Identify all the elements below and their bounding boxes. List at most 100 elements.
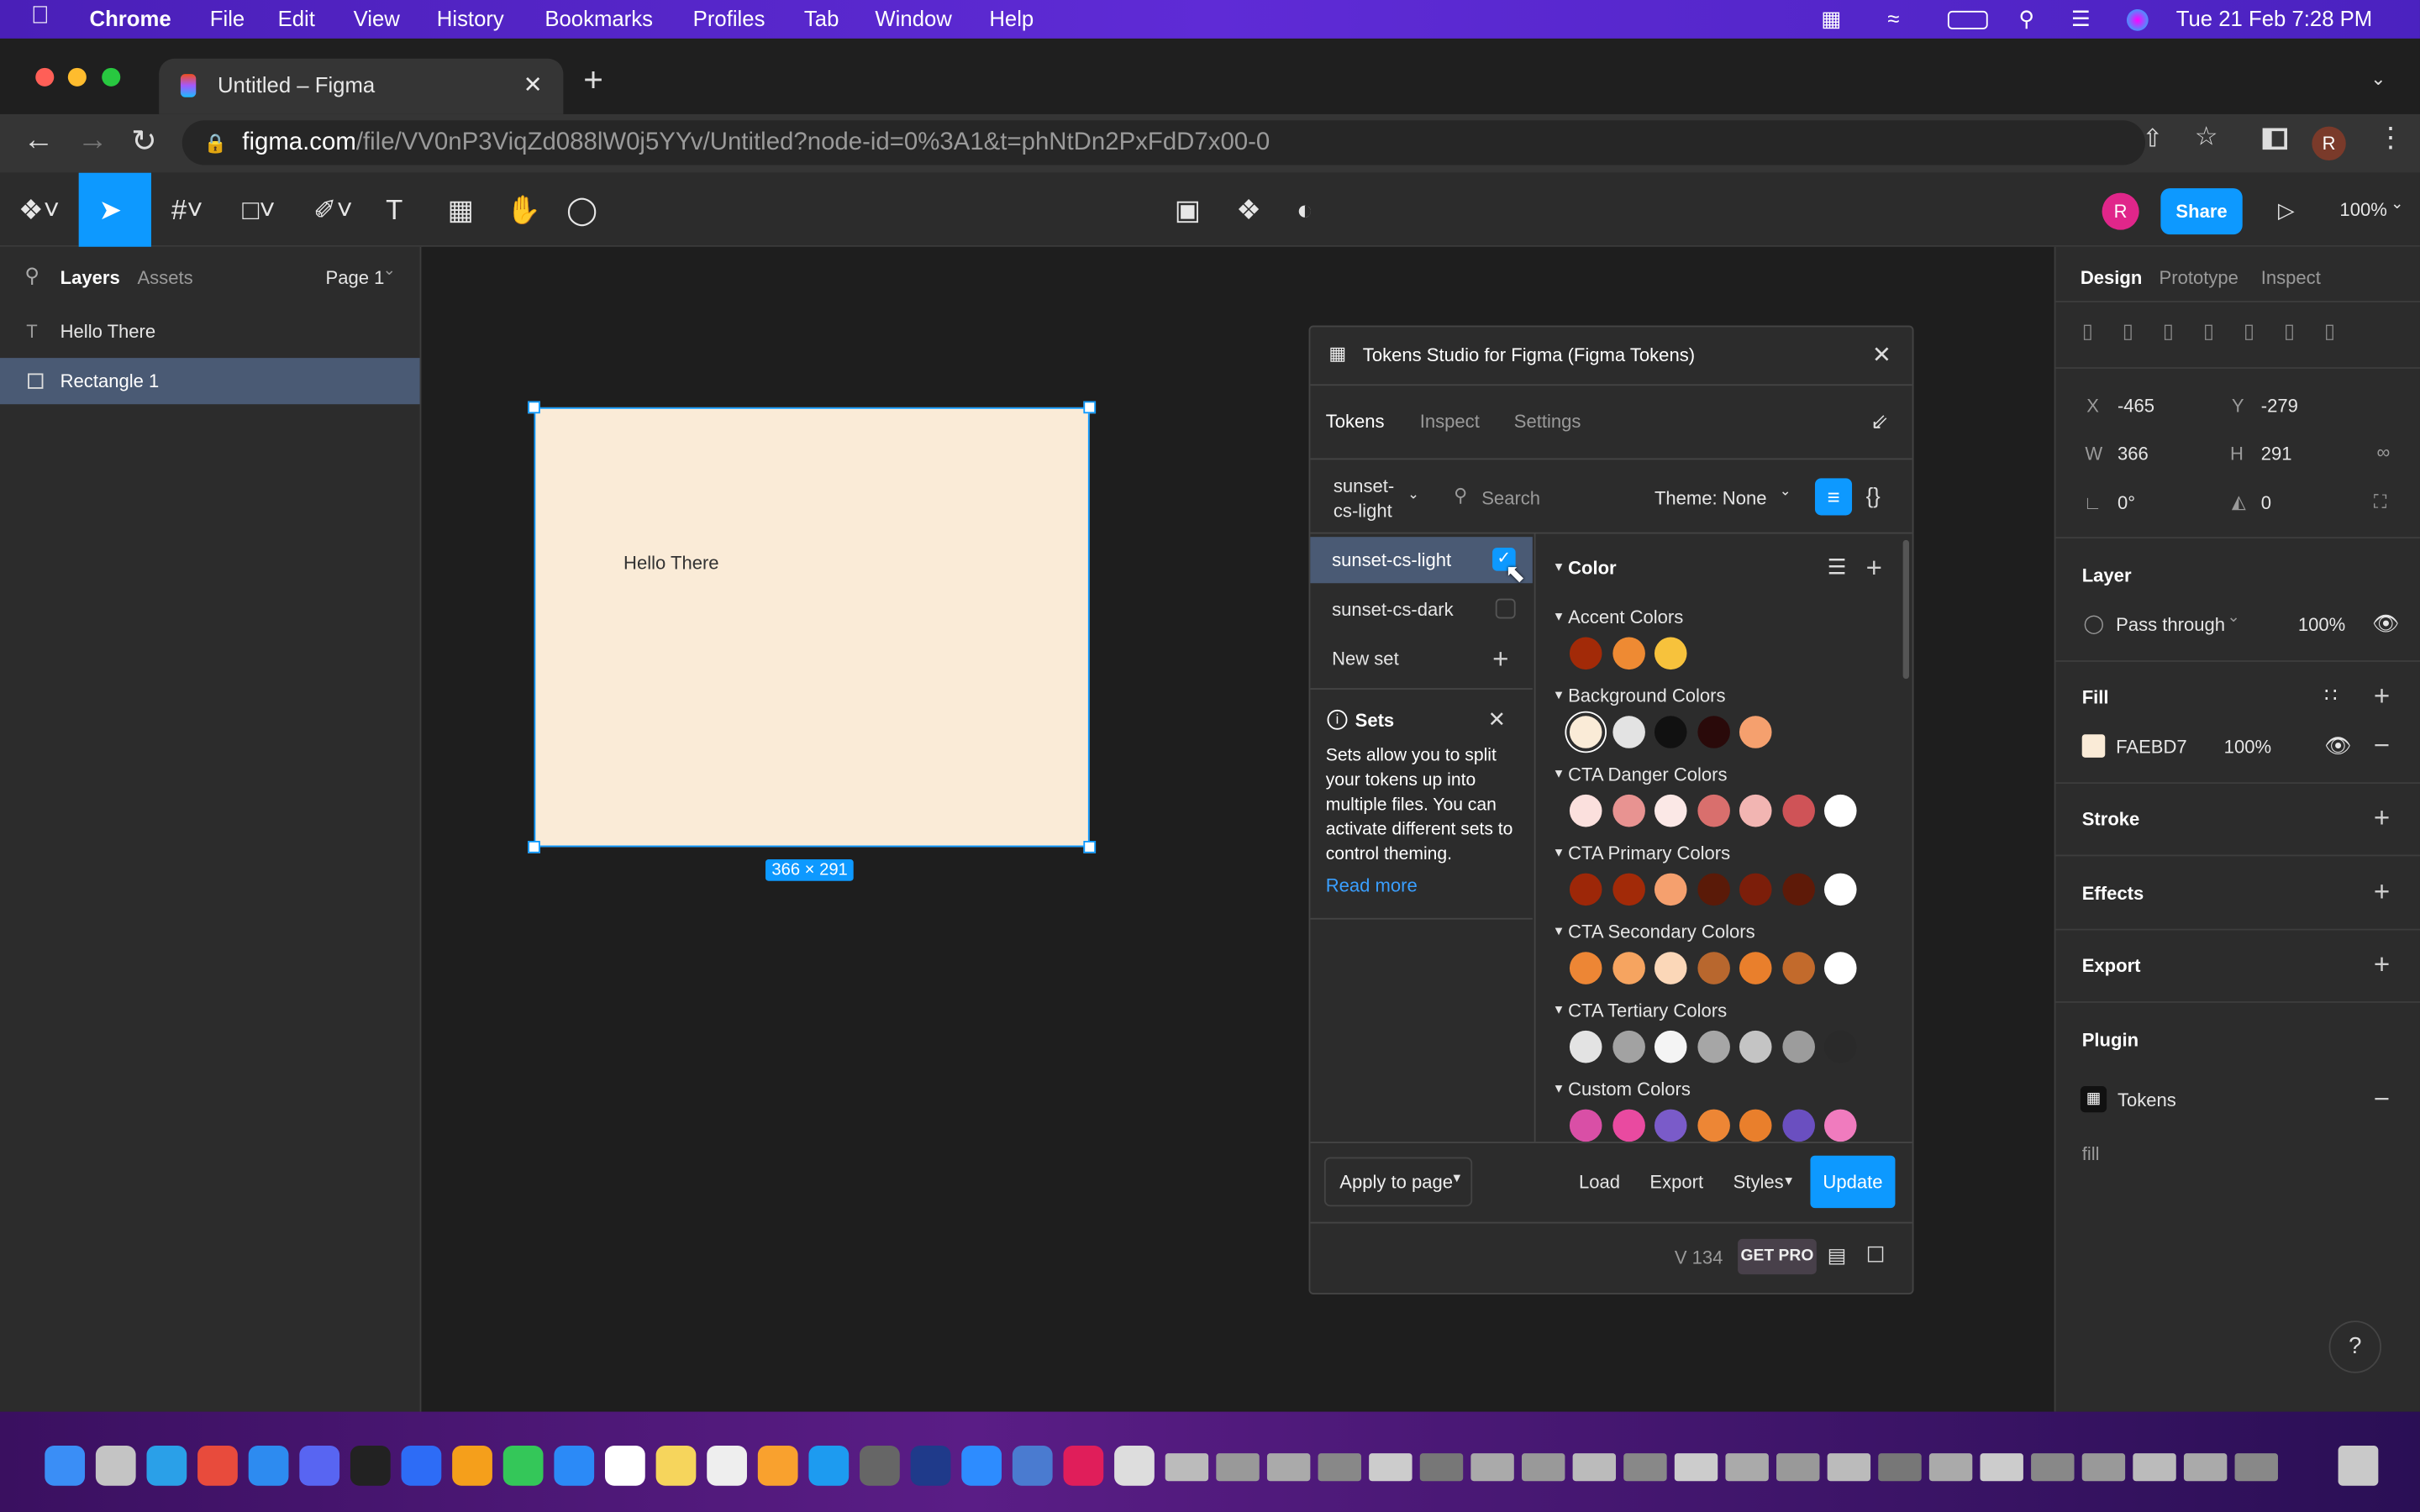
color-section-title[interactable]: Color — [1568, 557, 1617, 579]
color-token-swatch[interactable] — [1697, 794, 1730, 827]
color-token-swatch[interactable] — [1823, 952, 1857, 984]
color-token-swatch[interactable] — [1612, 637, 1645, 670]
resize-handle-tl[interactable] — [528, 401, 540, 414]
color-token-swatch[interactable] — [1781, 794, 1815, 827]
control-center-icon[interactable]: ☰ — [2071, 6, 2091, 32]
dock-app-icon[interactable] — [146, 1445, 187, 1486]
shape-tool-icon[interactable]: □˅ — [242, 194, 275, 227]
resize-handle-tr[interactable] — [1083, 401, 1097, 414]
color-token-swatch[interactable] — [1654, 1109, 1687, 1142]
color-token-swatch[interactable] — [1823, 873, 1857, 906]
token-group-label[interactable]: Accent Colors — [1568, 606, 1683, 628]
tab-design[interactable]: Design — [2081, 267, 2142, 289]
user-avatar[interactable]: R — [2102, 192, 2139, 230]
color-token-swatch[interactable] — [1823, 1030, 1857, 1063]
color-token-swatch[interactable] — [1697, 716, 1730, 748]
get-pro-badge[interactable]: GET PRO — [1738, 1238, 1817, 1275]
wifi-icon[interactable]: ≈ — [1887, 6, 1899, 30]
tab-inspect[interactable]: Inspect — [2261, 267, 2321, 289]
color-token-swatch[interactable] — [1612, 952, 1645, 984]
dock-app-icon[interactable] — [707, 1445, 747, 1486]
close-tab-icon[interactable]: ✕ — [523, 71, 543, 98]
dock-window-thumbnail[interactable] — [1674, 1453, 1718, 1482]
color-token-swatch[interactable] — [1654, 1030, 1687, 1063]
share-button[interactable]: Share — [2160, 188, 2243, 235]
layers-search-icon[interactable]: ⚲ — [24, 264, 39, 288]
dock-app-icon[interactable] — [502, 1445, 544, 1486]
layer-visibility-eye-icon[interactable]: 👁 — [2372, 611, 2400, 637]
group-collapse-icon[interactable]: ▼ — [1553, 1003, 1565, 1017]
color-token-swatch[interactable] — [1612, 1030, 1645, 1063]
add-stroke-icon[interactable]: + — [2374, 804, 2390, 832]
dock-window-thumbnail[interactable] — [1216, 1453, 1260, 1482]
color-token-swatch[interactable] — [1612, 716, 1645, 748]
color-token-swatch[interactable] — [1697, 873, 1730, 906]
dock-window-thumbnail[interactable] — [1928, 1453, 1973, 1482]
component-icon[interactable]: ❖ — [1236, 194, 1261, 227]
comment-tool-icon[interactable]: ◯ — [566, 194, 597, 227]
w-input[interactable]: 366 — [2118, 443, 2149, 465]
dock-app-icon[interactable] — [401, 1445, 442, 1486]
siri-icon[interactable] — [2126, 9, 2149, 31]
new-set-label[interactable]: New set — [1332, 648, 1399, 669]
dock-app-icon[interactable] — [655, 1445, 697, 1486]
token-group-label[interactable]: Custom Colors — [1568, 1079, 1691, 1100]
frame-tool-icon[interactable]: #˅ — [171, 194, 203, 227]
frame-text-hello-there[interactable]: Hello There — [623, 553, 719, 575]
color-token-swatch[interactable] — [1654, 794, 1687, 827]
present-play-icon[interactable]: ▷ — [2278, 197, 2295, 223]
add-export-icon[interactable]: + — [2374, 950, 2390, 978]
token-group-label[interactable]: CTA Primary Colors — [1568, 843, 1730, 864]
styles-button[interactable]: Styles — [1733, 1171, 1784, 1193]
dock-window-thumbnail[interactable] — [1165, 1453, 1209, 1482]
zoom-level[interactable]: 100% — [2339, 199, 2386, 221]
dock-app-icon[interactable] — [554, 1445, 595, 1486]
set-selector-chevron-icon[interactable]: ⌄ — [1407, 486, 1419, 503]
tab-prototype[interactable]: Prototype — [2160, 267, 2238, 289]
tab-assets[interactable]: Assets — [137, 267, 192, 289]
group-collapse-icon[interactable]: ▼ — [1553, 1082, 1565, 1096]
color-token-swatch[interactable] — [1569, 1030, 1602, 1063]
color-token-swatch[interactable] — [1654, 637, 1687, 670]
blend-chevron-icon[interactable]: ⌄ — [2227, 609, 2239, 626]
color-token-swatch[interactable] — [1781, 1109, 1815, 1142]
contrast-icon[interactable]: ◐ — [1297, 194, 1313, 227]
menu-history[interactable]: History — [437, 6, 504, 30]
color-token-swatch[interactable] — [1654, 952, 1687, 984]
dock-app-icon[interactable] — [248, 1445, 289, 1486]
radius-input[interactable]: 0 — [2261, 492, 2271, 514]
rotation-input[interactable]: 0° — [2118, 492, 2135, 514]
minimize-window-button[interactable] — [67, 67, 87, 87]
dock-window-thumbnail[interactable] — [1419, 1453, 1464, 1482]
fill-opacity-input[interactable]: 100% — [2224, 736, 2271, 758]
resize-handle-br[interactable] — [1083, 841, 1097, 853]
color-token-swatch[interactable] — [1739, 952, 1772, 984]
color-token-swatch[interactable] — [1739, 794, 1772, 827]
color-token-swatch[interactable] — [1781, 1030, 1815, 1063]
export-button[interactable]: Export — [1649, 1171, 1703, 1193]
dock-window-thumbnail[interactable] — [1266, 1453, 1311, 1482]
trash-icon[interactable] — [2338, 1445, 2379, 1486]
color-token-swatch[interactable] — [1823, 794, 1857, 827]
menu-edit[interactable]: Edit — [278, 6, 315, 30]
token-group-label[interactable]: Background Colors — [1568, 685, 1725, 706]
dock-window-thumbnail[interactable] — [1878, 1453, 1922, 1482]
theme-selector[interactable]: Theme: None — [1655, 487, 1767, 509]
dock-window-thumbnail[interactable] — [1369, 1453, 1413, 1482]
back-icon[interactable]: ← — [24, 123, 55, 159]
dock-window-thumbnail[interactable] — [2234, 1453, 2278, 1482]
status-app-icon[interactable]: ▦ — [1821, 6, 1841, 32]
list-mode-icon[interactable]: ☰ — [1828, 554, 1847, 580]
tab-layers[interactable]: Layers — [60, 267, 120, 289]
group-collapse-icon[interactable]: ▼ — [1553, 846, 1565, 860]
fill-color-swatch[interactable] — [2081, 734, 2106, 758]
tab-search-chevron-icon[interactable]: ⌄ — [2370, 68, 2386, 90]
resize-handle-bl[interactable] — [528, 841, 540, 853]
color-token-swatch[interactable] — [1781, 873, 1815, 906]
dock-app-icon[interactable] — [1114, 1445, 1155, 1486]
scrollbar[interactable] — [1902, 539, 1909, 680]
color-token-swatch[interactable] — [1697, 1030, 1730, 1063]
color-token-swatch[interactable] — [1739, 1030, 1772, 1063]
add-token-icon[interactable]: + — [1866, 554, 1882, 581]
dock-app-icon[interactable] — [197, 1445, 238, 1486]
